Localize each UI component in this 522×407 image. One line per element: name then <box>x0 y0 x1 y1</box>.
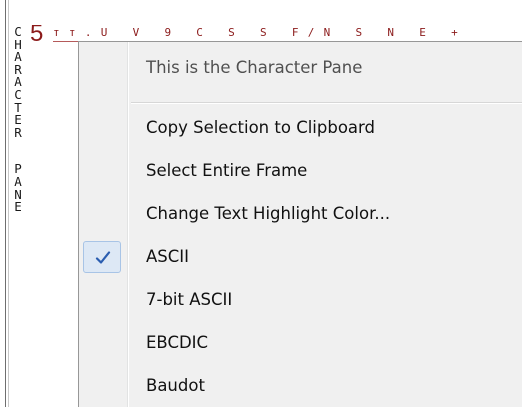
menu-item-ebcdic[interactable]: EBCDIC <box>79 325 522 361</box>
row-digit: 5 <box>30 25 44 45</box>
menu-item-copy-selection[interactable]: Copy Selection to Clipboard <box>79 110 522 146</box>
menu-item-label: ASCII <box>146 247 190 266</box>
menu-item-label: Copy Selection to Clipboard <box>146 118 376 137</box>
menu-item-ascii[interactable]: ASCII <box>79 239 522 275</box>
character-pane-window: C H A R A C T E R P A N E 5 тт.U V 9 C S… <box>0 0 522 407</box>
menu-item-label: Change Text Highlight Color... <box>146 204 391 223</box>
checkmark-icon <box>95 251 111 264</box>
menu-item-change-highlight-color[interactable]: Change Text Highlight Color... <box>79 196 522 232</box>
menu-item-select-entire-frame[interactable]: Select Entire Frame <box>79 153 522 189</box>
pane-label-letter: R <box>14 124 22 140</box>
menu-separator-highlight <box>131 103 522 104</box>
character-pane-vertical-label: C H A R A C T E R P A N E <box>10 25 26 215</box>
menu-item-label: EBCDIC <box>146 333 209 352</box>
menu-item-7bit-ascii[interactable]: 7-bit ASCII <box>79 282 522 318</box>
context-menu: This is the Character Pane Copy Selectio… <box>78 41 522 407</box>
menu-item-baudot[interactable]: Baudot <box>79 368 522 404</box>
checkmark-highlight <box>83 241 121 273</box>
menu-item-label: 7-bit ASCII <box>146 290 233 309</box>
window-border-inner <box>8 0 9 407</box>
menu-header: This is the Character Pane <box>79 50 522 86</box>
pane-label-gap <box>10 139 26 163</box>
menu-header-label: This is the Character Pane <box>146 58 363 77</box>
menu-item-label: Select Entire Frame <box>146 161 308 180</box>
pane-label-letter: E <box>14 199 22 215</box>
window-border <box>5 0 6 407</box>
row-characters[interactable]: тт.U V 9 C S S F/N S N E + <box>53 26 467 39</box>
menu-item-label: Baudot <box>146 376 205 395</box>
